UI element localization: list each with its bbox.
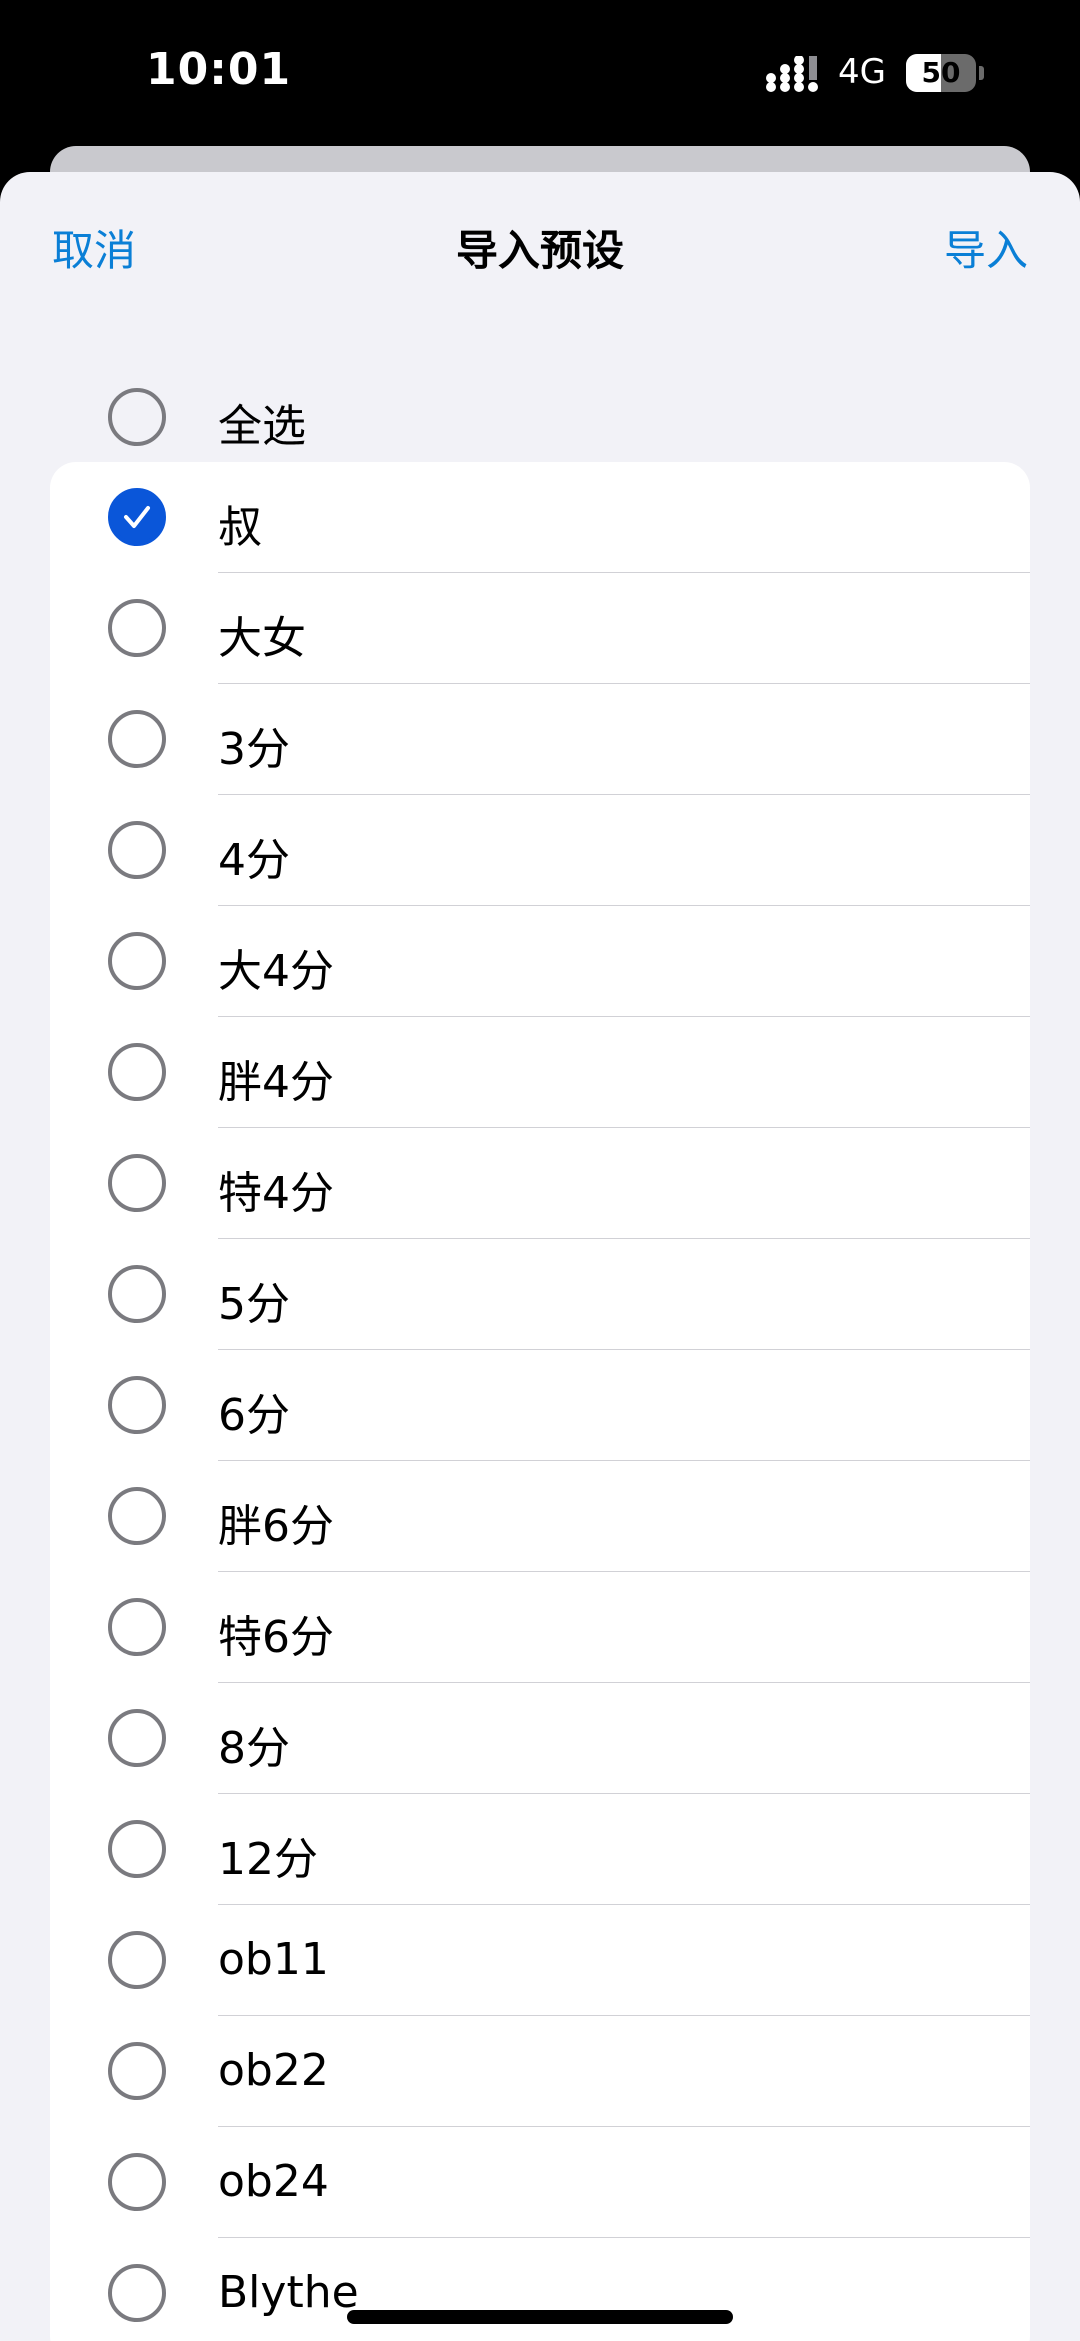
status-bar: 10:01 4G 50 xyxy=(0,0,1080,150)
preset-row[interactable]: 大女 xyxy=(50,573,1030,684)
unchecked-checkbox[interactable] xyxy=(108,1931,166,1989)
import-button[interactable]: 导入 xyxy=(944,217,1028,278)
preset-label: ob22 xyxy=(218,2045,329,2096)
preset-row[interactable]: 6分 xyxy=(50,1350,1030,1461)
unchecked-checkbox[interactable] xyxy=(108,932,166,990)
unchecked-checkbox[interactable] xyxy=(108,1598,166,1656)
preset-row[interactable]: 12分 xyxy=(50,1794,1030,1905)
preset-label: ob24 xyxy=(218,2156,329,2207)
unchecked-checkbox[interactable] xyxy=(108,2153,166,2211)
preset-row[interactable]: 特6分 xyxy=(50,1572,1030,1683)
home-indicator xyxy=(347,2310,733,2324)
preset-row[interactable]: 4分 xyxy=(50,795,1030,906)
preset-label: 大4分 xyxy=(218,946,334,997)
preset-row[interactable]: 特4分 xyxy=(50,1128,1030,1239)
select-all-label: 全选 xyxy=(218,401,306,452)
preset-row[interactable]: 5分 xyxy=(50,1239,1030,1350)
unchecked-checkbox[interactable] xyxy=(108,2042,166,2100)
preset-label: 胖6分 xyxy=(218,1501,334,1552)
preset-row[interactable]: 胖4分 xyxy=(50,1017,1030,1128)
preset-row[interactable]: Blythe xyxy=(50,2238,1030,2341)
preset-label: 6分 xyxy=(218,1390,290,1441)
battery-percent: 50 xyxy=(921,56,961,89)
preset-label: 胖4分 xyxy=(218,1057,334,1108)
cancel-button[interactable]: 取消 xyxy=(52,217,136,278)
unchecked-checkbox[interactable] xyxy=(108,1265,166,1323)
preset-label: 大女 xyxy=(218,613,306,664)
unchecked-checkbox[interactable] xyxy=(108,821,166,879)
unchecked-checkbox[interactable] xyxy=(108,1043,166,1101)
preset-label: ob11 xyxy=(218,1934,329,1985)
sheet-title: 导入预设 xyxy=(455,226,624,275)
unchecked-checkbox[interactable] xyxy=(108,1154,166,1212)
preset-row[interactable]: 胖6分 xyxy=(50,1461,1030,1572)
unchecked-checkbox[interactable] xyxy=(108,1376,166,1434)
preset-row[interactable]: 8分 xyxy=(50,1683,1030,1794)
preset-row[interactable]: ob24 xyxy=(50,2127,1030,2238)
preset-label: 特6分 xyxy=(218,1612,334,1663)
checked-checkbox[interactable] xyxy=(108,488,166,546)
battery-terminal xyxy=(979,66,984,80)
cellular-signal-icon xyxy=(766,56,818,92)
checkmark-icon xyxy=(124,506,150,528)
preset-row[interactable]: ob22 xyxy=(50,2016,1030,2127)
unchecked-checkbox[interactable] xyxy=(108,2264,166,2322)
preset-label: 8分 xyxy=(218,1723,290,1774)
battery-icon: 50 xyxy=(906,54,976,92)
preset-label: 12分 xyxy=(218,1834,318,1885)
preset-row[interactable]: 大4分 xyxy=(50,906,1030,1017)
preset-label: Blythe xyxy=(218,2267,359,2318)
preset-row[interactable]: 叔 xyxy=(50,462,1030,573)
network-type: 4G xyxy=(838,52,886,92)
unchecked-checkbox[interactable] xyxy=(108,1487,166,1545)
unchecked-checkbox[interactable] xyxy=(108,599,166,657)
preset-label: 3分 xyxy=(218,724,290,775)
preset-label: 叔 xyxy=(218,502,262,553)
preset-label: 特4分 xyxy=(218,1168,334,1219)
select-all-checkbox[interactable] xyxy=(108,388,166,446)
preset-label: 5分 xyxy=(218,1279,290,1330)
status-time: 10:01 xyxy=(146,44,292,95)
unchecked-checkbox[interactable] xyxy=(108,1709,166,1767)
unchecked-checkbox[interactable] xyxy=(108,1820,166,1878)
select-all-row[interactable]: 全选 xyxy=(0,362,1080,472)
preset-list: 叔大女 3分 4分大4分胖4分特4分 5分 6分胖6分特6分 8分 12分 ob11 ob22 o… xyxy=(50,462,1030,2341)
preset-label: 4分 xyxy=(218,835,290,886)
preset-row[interactable]: ob11 xyxy=(50,1905,1030,2016)
import-presets-sheet: 取消 导入预设 导入 全选 叔大女 3分 4分大4分胖4分特4分 5分 6分胖6分特6分… xyxy=(0,172,1080,2341)
preset-row[interactable]: 3分 xyxy=(50,684,1030,795)
unchecked-checkbox[interactable] xyxy=(108,710,166,768)
